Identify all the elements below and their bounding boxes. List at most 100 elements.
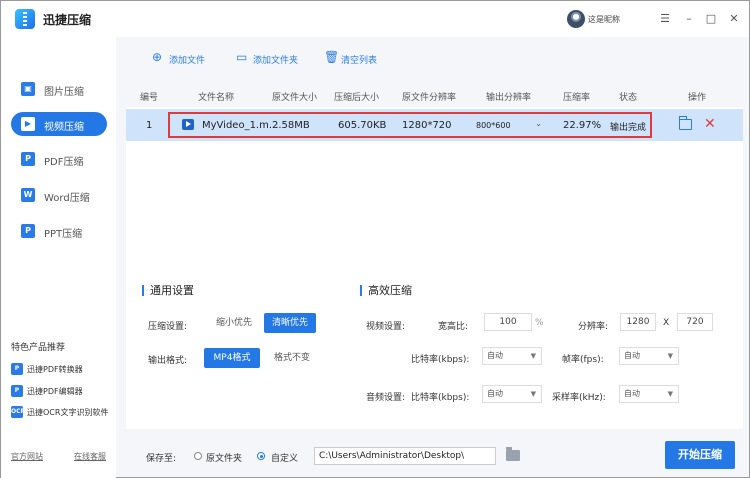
sidebar: ▣ 图片压缩 ▶ 视频压缩 P PDF压缩 W Word压缩 P PPT压缩 特…	[1, 37, 116, 478]
menu-icon[interactable]: ☰	[659, 13, 671, 25]
row-highlight-box	[168, 112, 652, 138]
save-path-input[interactable]: C:\Users\Administrator\Desktop\	[314, 447, 496, 465]
browse-folder-icon[interactable]	[506, 447, 520, 461]
app-window: 迅捷压缩 这是昵称 ☰ – □ ✕ ▣ 图片压缩 ▶ 视频压缩 P PDF压缩 …	[0, 0, 750, 478]
aspect-unit: %	[535, 318, 544, 328]
online-support-link[interactable]: 在线客服	[74, 451, 106, 462]
featured-label: 迅捷OCR文字识别软件	[27, 408, 109, 417]
general-settings-title: 通用设置	[142, 285, 194, 296]
table-header: 编号 文件名称 原文件大小 压缩后大小 原文件分辨率 输出分辨率 压缩率 状态 …	[126, 81, 743, 107]
audio-bitrate-select[interactable]: 自动 ▼	[482, 385, 542, 403]
video-bitrate-select[interactable]: 自动 ▼	[482, 347, 542, 365]
sidebar-item-pdf[interactable]: P PDF压缩	[11, 147, 107, 171]
minimize-icon[interactable]: –	[683, 13, 695, 25]
maximize-icon[interactable]: □	[705, 13, 717, 25]
featured-label: 迅捷PDF编辑器	[27, 387, 83, 396]
audio-settings-label: 音频设置:	[366, 393, 406, 403]
sample-rate-label: 采样率(kHz):	[552, 393, 606, 403]
output-format-label: 输出格式:	[148, 356, 188, 366]
add-folder-icon: ▭	[236, 50, 248, 64]
video-bitrate-value: 自动	[487, 351, 503, 360]
settings-panel: 通用设置 压缩设置: 缩小优先 清晰优先 输出格式: MP4格式 格式不变 高效…	[126, 271, 743, 429]
resolution-height-input[interactable]: 720	[677, 313, 713, 331]
chevron-down-icon: ▼	[667, 352, 673, 360]
custom-folder-label[interactable]: 自定义	[271, 451, 298, 464]
pdf-icon: P	[21, 152, 35, 166]
folder-icon[interactable]	[678, 116, 692, 130]
word-icon: W	[21, 188, 35, 202]
image-icon: ▣	[21, 82, 35, 96]
table-row[interactable]: 1 MyVideo_1.m... 2.58MB 605.70KB 1280*72…	[126, 109, 743, 141]
user-name[interactable]: 这是昵称	[588, 14, 620, 25]
featured-label: 迅捷PDF转换器	[27, 365, 83, 374]
clarity-priority-button[interactable]: 清晰优先	[264, 313, 316, 333]
trash-icon: 🗑	[324, 50, 340, 64]
pdf-editor-icon: P	[11, 385, 23, 397]
audio-bitrate-value: 自动	[487, 389, 503, 398]
add-file-icon: ⊕	[152, 50, 163, 64]
col-original-resolution: 原文件分辨率	[402, 93, 457, 103]
sidebar-item-video[interactable]: ▶ 视频压缩	[11, 112, 107, 136]
col-original-size: 原文件大小	[272, 93, 318, 103]
resolution-separator: X	[663, 318, 670, 328]
chevron-down-icon: ▼	[530, 352, 536, 360]
col-ratio: 压缩率	[563, 93, 591, 103]
official-site-link[interactable]: 官方网站	[11, 451, 43, 462]
featured-pdf-editor[interactable]: P 迅捷PDF编辑器	[11, 385, 116, 399]
app-title: 迅捷压缩	[43, 13, 92, 27]
compress-setting-label: 压缩设置:	[148, 322, 188, 332]
main-panel: ⊕ 添加文件 ▭ 添加文件夹 🗑 清空列表 编号 文件名称 原文件大小 压缩后大…	[116, 37, 749, 477]
original-folder-label[interactable]: 原文件夹	[206, 451, 242, 464]
col-status: 状态	[619, 93, 638, 103]
remove-icon[interactable]: ✕	[704, 116, 716, 132]
fps-label: 帧率(fps):	[562, 355, 604, 365]
sidebar-item-ppt[interactable]: P PPT压缩	[11, 219, 107, 243]
fps-value: 自动	[624, 351, 640, 360]
sidebar-item-label: 视频压缩	[44, 122, 84, 133]
featured-ocr[interactable]: OCR 迅捷OCR文字识别软件	[11, 406, 116, 420]
footer-bar: 保存至: 原文件夹 自定义 C:\Users\Administrator\Des…	[126, 435, 743, 475]
add-file-label: 添加文件	[169, 56, 206, 66]
ppt-icon: P	[21, 224, 35, 238]
row-index: 1	[146, 120, 153, 131]
original-folder-radio[interactable]	[194, 452, 202, 460]
chevron-down-icon: ▼	[667, 390, 673, 398]
sidebar-item-label: PDF压缩	[44, 157, 84, 168]
keep-format-button[interactable]: 格式不变	[264, 348, 320, 368]
audio-bitrate-label: 比特率(kbps):	[411, 393, 470, 403]
aspect-ratio-label: 宽高比:	[438, 322, 469, 332]
col-index: 编号	[140, 93, 159, 103]
ocr-icon: OCR	[11, 406, 25, 418]
close-window-icon[interactable]: ✕	[728, 13, 740, 25]
pdf-converter-icon: P	[11, 363, 23, 375]
sidebar-item-label: Word压缩	[44, 193, 90, 204]
sample-rate-select[interactable]: 自动 ▼	[619, 385, 679, 403]
aspect-ratio-input[interactable]: 100	[484, 313, 532, 331]
featured-pdf-converter[interactable]: P 迅捷PDF转换器	[11, 363, 116, 377]
toolbar: ⊕ 添加文件 ▭ 添加文件夹 🗑 清空列表	[116, 37, 749, 81]
start-compress-button[interactable]: 开始压缩	[665, 441, 735, 469]
sidebar-item-image[interactable]: ▣ 图片压缩	[11, 77, 107, 101]
add-folder-label: 添加文件夹	[253, 56, 299, 66]
video-icon: ▶	[21, 117, 35, 131]
sidebar-item-label: 图片压缩	[44, 87, 84, 98]
user-avatar[interactable]	[567, 10, 585, 28]
col-output-resolution: 输出分辨率	[486, 93, 532, 103]
col-compressed-size: 压缩后大小	[334, 93, 380, 103]
featured-title: 特色产品推荐	[11, 343, 66, 353]
size-priority-button[interactable]: 缩小优先	[204, 313, 264, 333]
resolution-width-input[interactable]: 1280	[620, 313, 656, 331]
custom-folder-radio[interactable]	[257, 452, 265, 460]
app-logo-icon	[15, 9, 35, 29]
video-bitrate-label: 比特率(kbps):	[411, 355, 470, 365]
fps-select[interactable]: 自动 ▼	[619, 347, 679, 365]
mp4-format-button[interactable]: MP4格式	[204, 348, 260, 368]
col-actions: 操作	[688, 93, 707, 103]
resolution-label: 分辨率:	[578, 322, 609, 332]
video-settings-label: 视频设置:	[366, 322, 406, 332]
save-to-label: 保存至:	[146, 454, 177, 464]
chevron-down-icon: ▼	[530, 390, 536, 398]
clear-list-label: 清空列表	[341, 56, 378, 66]
sidebar-item-word[interactable]: W Word压缩	[11, 183, 107, 207]
advanced-settings-title: 高效压缩	[360, 285, 412, 296]
